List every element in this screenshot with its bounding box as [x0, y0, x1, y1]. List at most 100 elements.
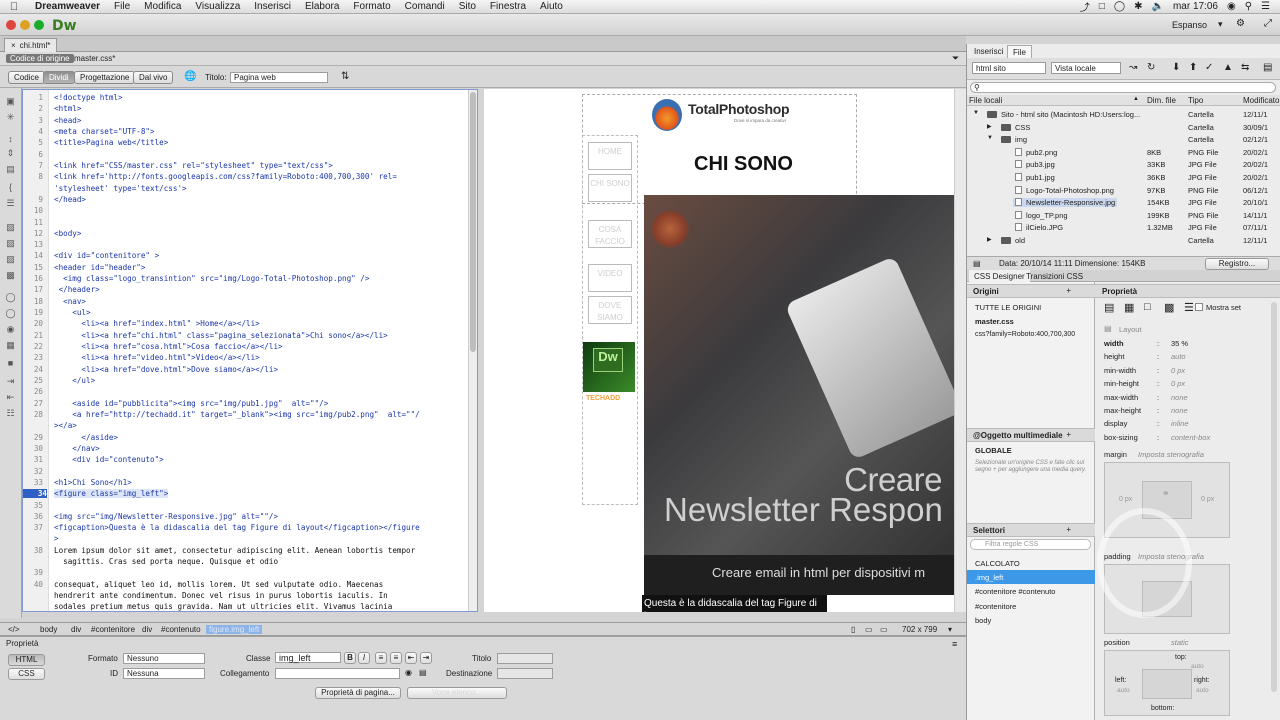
- other-category-icon[interactable]: ☰: [1184, 301, 1194, 314]
- collegamento-input[interactable]: [275, 668, 400, 679]
- check-out-icon[interactable]: ✓: [1205, 62, 1213, 73]
- col-size[interactable]: Dim. file: [1147, 96, 1176, 105]
- status-box-icon[interactable]: □: [1099, 1, 1105, 12]
- file-row[interactable]: ▼ img Cartella 02/12/1: [967, 133, 1280, 146]
- code-line[interactable]: <link href="CSS/master.css" rel="stylesh…: [54, 161, 333, 170]
- menu-app-name[interactable]: Dreamweaver: [28, 1, 107, 12]
- tag-code-icon[interactable]: </>: [8, 625, 20, 634]
- code-line[interactable]: </aside>: [54, 433, 118, 442]
- italic-button[interactable]: I: [358, 652, 370, 664]
- list-item-button[interactable]: Voce elenco...: [407, 687, 507, 699]
- menu-modifica[interactable]: Modifica: [137, 1, 188, 12]
- disclosure-triangle-icon[interactable]: ▶: [987, 123, 992, 130]
- close-window-button[interactable]: [6, 20, 16, 30]
- view-live-button[interactable]: Dal vivo: [133, 71, 174, 84]
- balance-braces-icon[interactable]: {: [5, 182, 16, 193]
- file-management-icon[interactable]: ⇅: [341, 71, 349, 82]
- margin-hint[interactable]: Imposta stenografia: [1138, 450, 1204, 459]
- filter-icon[interactable]: ⏷: [952, 53, 959, 64]
- view-split-button[interactable]: Dividi: [43, 71, 75, 84]
- code-line[interactable]: <figure class="img_left">: [54, 489, 169, 499]
- move-css-icon[interactable]: ■: [5, 358, 16, 369]
- comment-icon[interactable]: ◯: [5, 292, 16, 303]
- css-prop-value[interactable]: 0 px: [1171, 366, 1185, 375]
- page-properties-button[interactable]: Proprietà di pagina...: [315, 687, 401, 699]
- live-view[interactable]: TotalPhotoshop Dove si impara da creativ…: [484, 89, 954, 612]
- tab-file[interactable]: File: [1007, 45, 1032, 58]
- selector-item[interactable]: #contenitore #contenuto: [967, 584, 1095, 598]
- menu-file[interactable]: File: [107, 1, 137, 12]
- filter-rules-input[interactable]: Filtra regole CSS: [970, 539, 1091, 550]
- file-row[interactable]: Logo-Total-Photoshop.png 97KB PNG File 06/1…: [967, 184, 1280, 197]
- css-props-scrollbar[interactable]: [1271, 302, 1277, 692]
- wifi-icon[interactable]: ◉: [1227, 1, 1236, 12]
- browse-folder-icon[interactable]: ▤: [419, 668, 427, 677]
- css-mode-button[interactable]: CSS: [8, 668, 45, 680]
- chevron-down-icon[interactable]: ▾: [1218, 19, 1223, 30]
- indent-icon[interactable]: ⇥: [420, 652, 432, 664]
- window-size[interactable]: 702 x 799: [902, 625, 937, 634]
- menu-sito[interactable]: Sito: [452, 1, 483, 12]
- code-line[interactable]: <figcaption>Questa è la didascalia del t…: [54, 523, 420, 532]
- tab-inserisci[interactable]: Inserisci: [969, 45, 1008, 58]
- nav-dove-siamo[interactable]: DOVE SIAMO: [588, 296, 632, 324]
- col-modified[interactable]: Modificato: [1243, 96, 1279, 105]
- related-master-css[interactable]: master.css*: [74, 54, 115, 63]
- ad-image-dw[interactable]: Dw: [583, 342, 635, 392]
- top-value[interactable]: auto: [1191, 663, 1204, 670]
- view-code-button[interactable]: Codice: [8, 71, 45, 84]
- tag-body[interactable]: body: [40, 625, 57, 634]
- code-line[interactable]: <header id="header">: [54, 263, 145, 272]
- volume-icon[interactable]: 🔈: [1151, 1, 1163, 12]
- settings-icon[interactable]: ⚙: [1236, 18, 1245, 29]
- code-line[interactable]: <meta charset="UTF-8">: [54, 127, 155, 136]
- nav-chi-sono[interactable]: CHI SONO: [588, 174, 632, 202]
- left-value[interactable]: auto: [1117, 687, 1130, 694]
- code-line[interactable]: </header>: [54, 285, 100, 294]
- code-line[interactable]: <div id="contenuto">: [54, 455, 163, 464]
- code-line[interactable]: Lorem ipsum dolor sit amet, consectetur …: [54, 546, 415, 555]
- code-line[interactable]: <ul>: [54, 308, 90, 317]
- selector-item[interactable]: #contenitore: [967, 599, 1095, 613]
- code-line[interactable]: >: [54, 534, 59, 543]
- auto-indent-icon[interactable]: ▩: [5, 270, 16, 281]
- css-prop-value[interactable]: none: [1171, 406, 1188, 415]
- code-line[interactable]: consequat, aliquet leo id, mollis lorem.…: [54, 580, 383, 589]
- css-prop-value[interactable]: auto: [1171, 352, 1186, 361]
- code-line[interactable]: <li><a href="video.html">Video</a></li>: [54, 353, 259, 362]
- highlight-invalid-icon[interactable]: ▧: [5, 222, 16, 233]
- selector-item[interactable]: .img_left: [967, 570, 1095, 585]
- live-view-scrollbar[interactable]: [954, 89, 966, 612]
- code-line[interactable]: </head>: [54, 195, 86, 204]
- css-prop-value[interactable]: 0 px: [1171, 379, 1185, 388]
- chevron-down-icon[interactable]: ▾: [948, 625, 952, 634]
- code-line[interactable]: <img class="logo_transintion" src="img/L…: [54, 274, 369, 283]
- mobile-size-icon[interactable]: ▯: [851, 625, 855, 634]
- line-numbers-icon[interactable]: ☰: [5, 198, 16, 209]
- file-row[interactable]: Newsletter-Responsive.jpg 154KB JPG File 20…: [967, 196, 1280, 209]
- code-line[interactable]: <title>Pagina web</title>: [54, 138, 168, 147]
- nav-home[interactable]: HOME: [588, 142, 632, 170]
- menu-visualizza[interactable]: Visualizza: [188, 1, 247, 12]
- get-files-icon[interactable]: ⬇: [1172, 62, 1180, 73]
- html-mode-button[interactable]: HTML: [8, 654, 45, 666]
- add-source-icon[interactable]: +: [1066, 286, 1071, 295]
- word-wrap-icon[interactable]: ▧: [5, 238, 16, 249]
- code-line[interactable]: <body>: [54, 229, 81, 238]
- tag-figure-selected[interactable]: figure.img_left: [206, 625, 263, 634]
- clock-text[interactable]: mar 17:06: [1173, 1, 1218, 12]
- view-select[interactable]: Vista locale: [1051, 62, 1121, 74]
- menu-inserisci[interactable]: Inserisci: [247, 1, 298, 12]
- minimize-window-button[interactable]: [20, 20, 30, 30]
- formato-select[interactable]: Nessuno: [123, 653, 205, 664]
- nav-cosa-faccio[interactable]: COSA FACCIO: [588, 220, 632, 248]
- file-row[interactable]: ilCielo.JPG 1.32MB JPG File 07/11/1: [967, 221, 1280, 234]
- code-line[interactable]: <li><a href="chi.html" class="pagina_sel…: [54, 331, 387, 340]
- wrap-tag-icon[interactable]: ◉: [5, 324, 16, 335]
- open-documents-icon[interactable]: ▣: [5, 96, 16, 107]
- disclosure-triangle-icon[interactable]: ▼: [973, 110, 979, 116]
- margin-left-value[interactable]: 0 px: [1119, 496, 1132, 503]
- code-line[interactable]: </nav>: [54, 444, 99, 453]
- remove-comment-icon[interactable]: ◯: [5, 308, 16, 319]
- workspace-switcher[interactable]: Espanso: [1172, 20, 1207, 30]
